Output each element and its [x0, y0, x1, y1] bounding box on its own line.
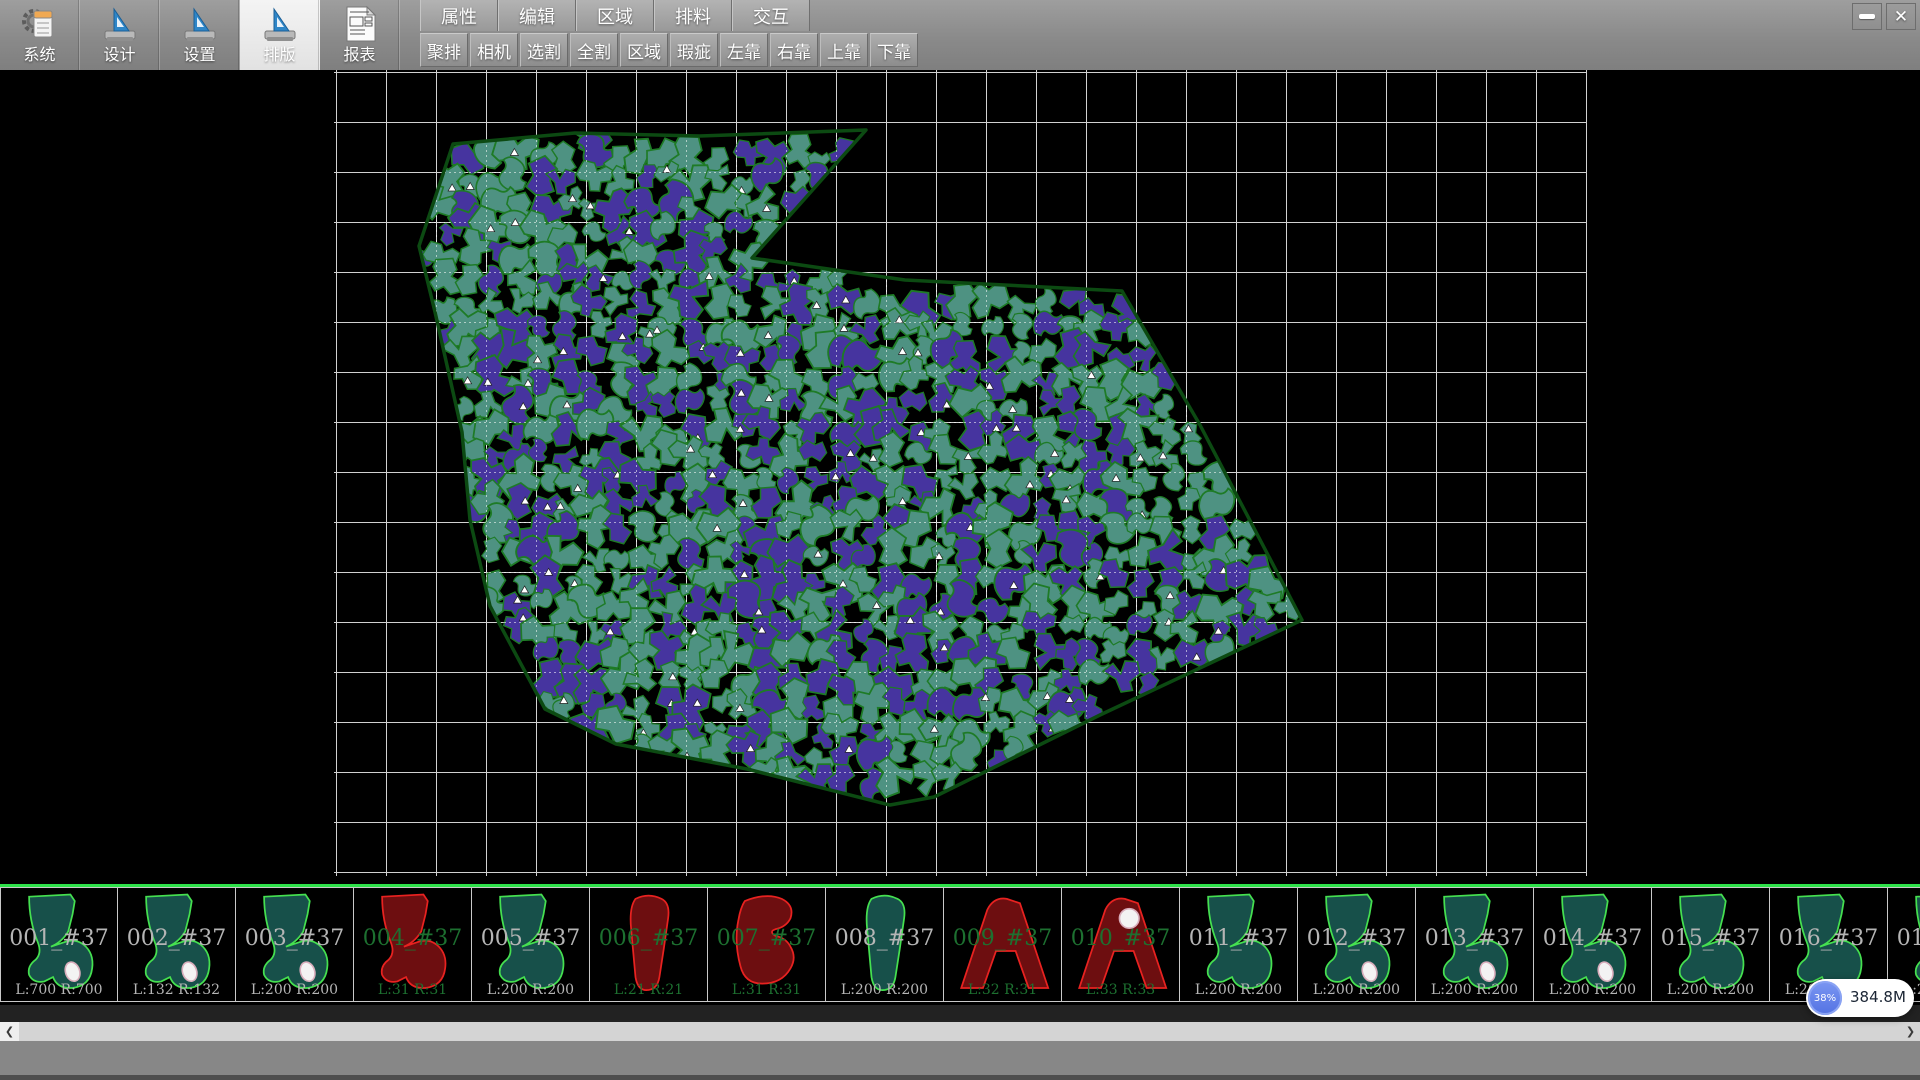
- menu-area: 属性编辑区域排料交互 聚排相机选割全割区域瑕疵左靠右靠上靠下靠: [420, 0, 920, 69]
- gear-notebook-icon: [19, 3, 61, 45]
- menu-tab-3[interactable]: 区域: [576, 0, 654, 31]
- piece-thumbnail-007_#37[interactable]: 007_#37 L:31 R:31: [708, 887, 826, 1002]
- toolbar: 系统 设计 设置 排版 报表 属性编辑区域排料交互 聚排相机选割全割区: [0, 0, 1920, 70]
- menu-tab-2[interactable]: 编辑: [498, 0, 576, 31]
- app-label: 设计: [103, 46, 135, 64]
- scroll-left-button[interactable]: ❮: [0, 1022, 19, 1041]
- tool-buttons: 聚排相机选割全割区域瑕疵左靠右靠上靠下靠: [420, 33, 920, 69]
- piece-shape: [1062, 888, 1178, 1001]
- piece-shape: [1, 888, 117, 1001]
- close-icon: ✕: [1894, 7, 1908, 27]
- menu-tab-4[interactable]: 排料: [654, 0, 732, 31]
- piece-shape: [590, 888, 706, 1001]
- app-label: 报表: [343, 46, 375, 64]
- app-button-4[interactable]: 排版: [240, 0, 320, 70]
- bottom-bar: [0, 1041, 1920, 1080]
- app-button-5[interactable]: 报表: [320, 0, 400, 70]
- close-button[interactable]: ✕: [1886, 3, 1916, 30]
- tool-button-2[interactable]: 相机: [470, 33, 518, 67]
- app-label: 系统: [23, 46, 55, 64]
- piece-thumbnail-002_#37[interactable]: 002_#37 L:132 R:132: [118, 887, 236, 1002]
- app-switcher: 系统 设计 设置 排版 报表: [0, 0, 400, 70]
- scroll-right-icon: ❯: [1906, 1025, 1915, 1038]
- scroll-left-icon: ❮: [5, 1025, 14, 1038]
- piece-shape: [826, 888, 942, 1001]
- progress-percent: 38%: [1814, 993, 1836, 1004]
- piece-shape: [472, 888, 588, 1001]
- piece-shape: [354, 888, 470, 1001]
- memory-size: 384.8M: [1850, 988, 1906, 1006]
- horizontal-scrollbar[interactable]: ❮ ❯: [0, 1022, 1920, 1041]
- menu-tabs: 属性编辑区域排料交互: [420, 0, 920, 31]
- piece-shape: [118, 888, 234, 1001]
- progress-circle: 38%: [1808, 981, 1842, 1015]
- status-pill[interactable]: 38% 384.8M: [1806, 979, 1914, 1017]
- piece-thumbnail-009_#37[interactable]: 009_#37 L:32 R:31: [944, 887, 1062, 1002]
- piece-shape: [708, 888, 824, 1001]
- tool-button-5[interactable]: 区域: [620, 33, 668, 67]
- window-controls: ✕: [1852, 3, 1916, 30]
- tool-button-9[interactable]: 上靠: [820, 33, 868, 67]
- app-button-1[interactable]: 系统: [0, 0, 80, 70]
- piece-thumbnail-003_#37[interactable]: 003_#37 L:200 R:200: [236, 887, 354, 1002]
- piece-thumbnail-011_#37[interactable]: 011_#37 L:200 R:200: [1180, 887, 1298, 1002]
- piece-thumbnail-strip: 001_#37 L:700 R:700 002_#37 L:132 R:132 …: [0, 884, 1920, 1005]
- piece-thumbnail-012_#37[interactable]: 012_#37 L:200 R:200: [1298, 887, 1416, 1002]
- piece-shape: [1298, 888, 1414, 1001]
- piece-shape: [1416, 888, 1532, 1001]
- tool-button-6[interactable]: 瑕疵: [670, 33, 718, 67]
- bottom-edge: [0, 1075, 1920, 1080]
- piece-thumbnail-015_#37[interactable]: 015_#37 L:200 R:200: [1652, 887, 1770, 1002]
- app-button-3[interactable]: 设置: [160, 0, 240, 70]
- piece-thumbnail-005_#37[interactable]: 005_#37 L:200 R:200: [472, 887, 590, 1002]
- piece-thumbnail-008_#37[interactable]: 008_#37 L:200 R:200: [826, 887, 944, 1002]
- ruler-triangle-icon: [259, 3, 301, 45]
- app-button-2[interactable]: 设计: [80, 0, 160, 70]
- scroll-right-button[interactable]: ❯: [1901, 1022, 1920, 1041]
- piece-thumbnail-006_#37[interactable]: 006_#37 L:21 R:21: [590, 887, 708, 1002]
- piece-thumbnail-001_#37[interactable]: 001_#37 L:700 R:700: [0, 887, 118, 1002]
- nesting-canvas-svg: [0, 70, 1920, 884]
- piece-thumbnail-004_#37[interactable]: 004_#37 L:31 R:31: [354, 887, 472, 1002]
- tool-button-3[interactable]: 选割: [520, 33, 568, 67]
- app-label: 排版: [263, 46, 295, 64]
- ruler-triangle-icon: [179, 3, 221, 45]
- piece-shape: [1652, 888, 1768, 1001]
- nesting-app-window: 系统 设计 设置 排版 报表 属性编辑区域排料交互 聚排相机选割全割区: [0, 0, 1920, 1080]
- piece-thumbnail-014_#37[interactable]: 014_#37 L:200 R:200: [1534, 887, 1652, 1002]
- piece-thumbnail-list: 001_#37 L:700 R:700 002_#37 L:132 R:132 …: [0, 887, 1920, 1004]
- piece-thumbnail-013_#37[interactable]: 013_#37 L:200 R:200: [1416, 887, 1534, 1002]
- report-doc-icon: [339, 3, 381, 45]
- minimize-icon: [1859, 14, 1875, 19]
- tool-button-1[interactable]: 聚排: [420, 33, 468, 67]
- tool-button-7[interactable]: 左靠: [720, 33, 768, 67]
- piece-shape: [944, 888, 1060, 1001]
- menu-tab-5[interactable]: 交互: [732, 0, 810, 31]
- minimize-button[interactable]: [1852, 3, 1882, 30]
- tool-button-10[interactable]: 下靠: [870, 33, 918, 67]
- nesting-canvas[interactable]: [0, 70, 1920, 884]
- piece-shape: [1534, 888, 1650, 1001]
- piece-shape: [236, 888, 352, 1001]
- app-label: 设置: [183, 46, 215, 64]
- tool-button-4[interactable]: 全割: [570, 33, 618, 67]
- tool-button-8[interactable]: 右靠: [770, 33, 818, 67]
- menu-tab-1[interactable]: 属性: [420, 0, 498, 31]
- piece-thumbnail-010_#37[interactable]: 010_#37 L:33 R:33: [1062, 887, 1180, 1002]
- ruler-triangle-icon: [99, 3, 141, 45]
- piece-shape: [1180, 888, 1296, 1001]
